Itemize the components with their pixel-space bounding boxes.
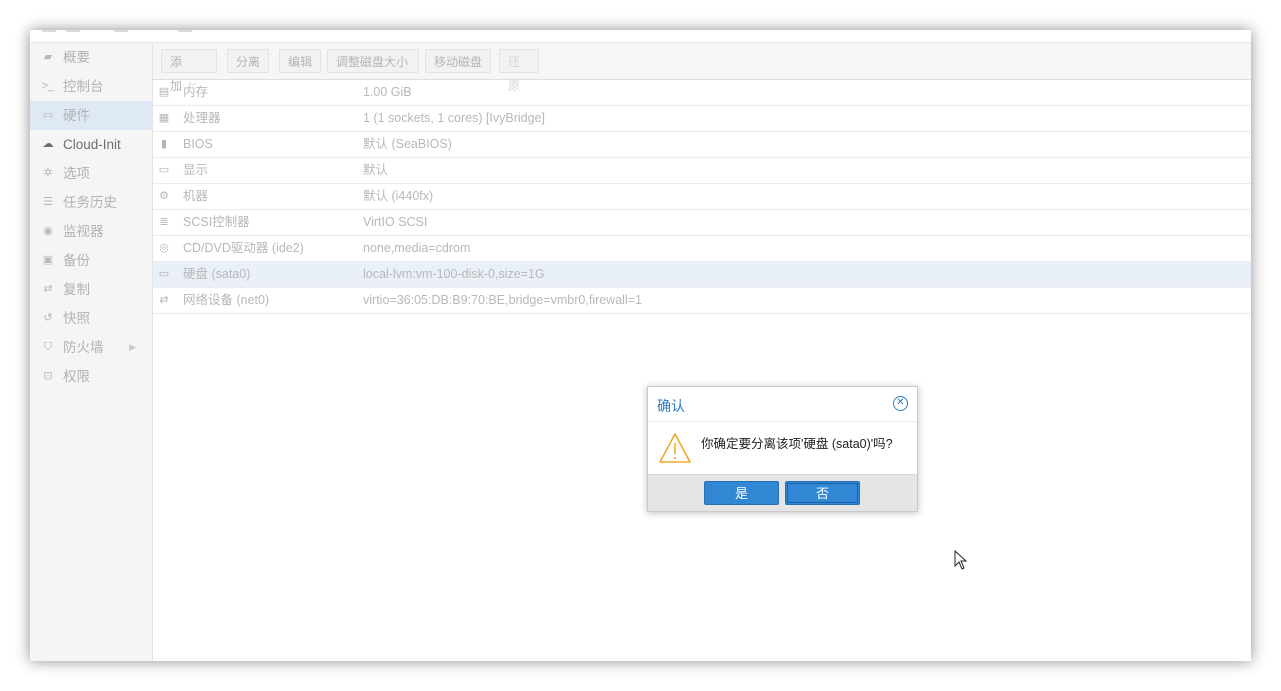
table-row[interactable]: ◎ CD/DVD驱动器 (ide2) none,media=cdrom: [153, 236, 1251, 262]
sidebar-item-label: 选项: [63, 166, 90, 181]
table-row[interactable]: ▤ 内存 1.00 GiB: [153, 80, 1251, 106]
move-disk-button[interactable]: 移动磁盘: [425, 49, 491, 73]
shield-icon: ⛉: [43, 341, 53, 353]
dialog-footer: 是 否: [648, 474, 917, 511]
row-value: 默认 (SeaBIOS): [363, 137, 452, 151]
cogs-icon: ⚙: [159, 190, 169, 202]
mouse-cursor-icon: [954, 550, 968, 570]
sidebar-item-label: 概要: [63, 50, 90, 65]
gear-icon: ✲: [43, 167, 53, 179]
row-key: 网络设备 (net0): [183, 293, 270, 307]
row-value: 1 (1 sockets, 1 cores) [IvyBridge]: [363, 111, 546, 125]
unlock-icon: ⊡: [43, 370, 53, 382]
row-key: CD/DVD驱动器 (ide2): [183, 241, 304, 255]
sidebar-item-7[interactable]: ▣ 备份: [30, 246, 152, 275]
dialog-body: 你确定要分离该项'硬盘 (sata0)'吗?: [648, 422, 917, 475]
eye-icon: ◉: [43, 225, 53, 237]
row-key: 显示: [183, 163, 209, 177]
row-key: 硬盘 (sata0): [183, 267, 251, 281]
close-icon[interactable]: ✕: [893, 396, 908, 411]
pve-window: ▰ 概要 >_ 控制台 ▭ 硬件 ☁ Cloud-Init ✲ 选项 ☰ 任务历史 ◉ 监视器 ▣ 备份 ⇄ 复制…: [30, 30, 1251, 661]
sidebar-item-0[interactable]: ▰ 概要: [30, 43, 152, 72]
yes-button[interactable]: 是: [704, 481, 779, 505]
detach-button[interactable]: 分离: [227, 49, 269, 73]
history-icon: ↺: [43, 312, 53, 324]
row-value: none,media=cdrom: [363, 241, 471, 255]
book-icon: ▰: [43, 51, 53, 63]
dialog-message: 你确定要分离该项'硬盘 (sata0)'吗?: [701, 437, 893, 451]
chip-icon: ▮: [160, 138, 168, 150]
sidebar-item-label: Cloud-Init: [63, 137, 121, 152]
cloud-icon: ☁: [42, 138, 54, 150]
sidebar-item-1[interactable]: >_ 控制台: [30, 72, 152, 101]
no-button[interactable]: 否: [785, 481, 860, 505]
terminal-icon: >_: [41, 80, 55, 92]
dialog-title: 确认: [657, 398, 685, 414]
sidebar-item-4[interactable]: ✲ 选项: [30, 159, 152, 188]
hardware-grid: ▤ 内存 1.00 GiB ▦ 处理器 1 (1 sockets, 1 cores) [I…: [153, 80, 1251, 314]
sidebar-item-8[interactable]: ⇄ 复制: [30, 275, 152, 304]
row-key: SCSI控制器: [183, 215, 250, 229]
sidebar-item-label: 权限: [63, 369, 90, 384]
row-value: VirtIO SCSI: [363, 215, 428, 229]
table-row[interactable]: ▭ 硬盘 (sata0) local-lvm:vm-100-disk-0,size=…: [153, 262, 1251, 288]
table-row[interactable]: ▦ 处理器 1 (1 sockets, 1 cores) [IvyBridge]: [153, 106, 1251, 132]
list-icon: ☰: [43, 196, 53, 208]
exchange-icon: ⇄: [159, 294, 169, 306]
sidebar-item-label: 任务历史: [63, 195, 117, 210]
sidebar-item-label: 控制台: [63, 79, 104, 94]
row-value: virtio=36:05:DB:B9:70:BE,bridge=vmbr0,fi…: [363, 293, 642, 307]
database-icon: ≣: [159, 216, 169, 228]
table-row[interactable]: ▮ BIOS 默认 (SeaBIOS): [153, 132, 1251, 158]
cpu-icon: ▦: [158, 112, 170, 124]
cdrom-icon: ◎: [159, 242, 169, 254]
sidebar-item-label: 快照: [63, 311, 90, 326]
table-row[interactable]: ⇄ 网络设备 (net0) virtio=36:05:DB:B9:70:BE,bri…: [153, 288, 1251, 314]
sidebar-item-2[interactable]: ▭ 硬件: [30, 101, 152, 130]
warning-icon: [659, 433, 691, 463]
sidebar-item-label: 复制: [63, 282, 90, 297]
row-key: 处理器: [183, 111, 221, 125]
row-value: local-lvm:vm-100-disk-0,size=1G: [363, 267, 545, 281]
sidebar-item-11[interactable]: ⊡ 权限: [30, 362, 152, 391]
hardware-panel: 添加 ﹀ 分离 编辑 调整磁盘大小 移动磁盘 还原 ▤ 内存 1.00 GiB ▦ 处理器…: [153, 43, 1251, 661]
sidebar-item-label: 监视器: [63, 224, 104, 239]
sidebar-item-10[interactable]: ⛉ 防火墙 ▶: [30, 333, 152, 362]
row-value: 默认: [363, 163, 389, 177]
chevron-right-icon: ▶: [129, 342, 136, 352]
vm-config-sidebar: ▰ 概要 >_ 控制台 ▭ 硬件 ☁ Cloud-Init ✲ 选项 ☰ 任务历史 ◉ 监视器 ▣ 备份 ⇄ 复制…: [30, 43, 153, 661]
table-row[interactable]: ▭ 显示 默认: [153, 158, 1251, 184]
confirm-dialog: 确认 ✕ 你确定要分离该项'硬盘 (sata0)'吗? 是 否: [647, 386, 918, 512]
hdd-icon: ▭: [158, 268, 170, 280]
revert-button[interactable]: 还原: [499, 49, 539, 93]
table-row[interactable]: ≣ SCSI控制器 VirtIO SCSI: [153, 210, 1251, 236]
row-value: 默认 (i440fx): [363, 189, 434, 203]
hardware-toolbar: 添加 ﹀ 分离 编辑 调整磁盘大小 移动磁盘 还原: [153, 43, 1251, 93]
dialog-header: 确认 ✕: [648, 387, 917, 422]
memory-icon: ▤: [158, 86, 170, 98]
table-row[interactable]: ⚙ 机器 默认 (i440fx): [153, 184, 1251, 210]
sidebar-item-label: 防火墙: [63, 340, 104, 355]
retweet-icon: ⇄: [43, 283, 53, 295]
sidebar-item-5[interactable]: ☰ 任务历史: [30, 188, 152, 217]
add-button[interactable]: 添加 ﹀: [161, 49, 217, 93]
row-key: 机器: [183, 189, 209, 203]
sidebar-item-label: 备份: [63, 253, 90, 268]
sidebar-item-6[interactable]: ◉ 监视器: [30, 217, 152, 246]
window-top-strip: [30, 30, 1251, 43]
monitor-icon: ▭: [158, 164, 170, 176]
sidebar-item-label: 硬件: [63, 108, 90, 123]
floppy-icon: ▣: [42, 254, 54, 266]
sidebar-item-3[interactable]: ☁ Cloud-Init: [30, 130, 152, 159]
row-key: BIOS: [183, 137, 213, 151]
desktop-icon: ▭: [42, 109, 54, 121]
resize-disk-button[interactable]: 调整磁盘大小: [327, 49, 419, 73]
edit-button[interactable]: 编辑: [279, 49, 321, 73]
row-value: 1.00 GiB: [363, 85, 412, 99]
row-key: 内存: [183, 85, 209, 99]
sidebar-item-9[interactable]: ↺ 快照: [30, 304, 152, 333]
